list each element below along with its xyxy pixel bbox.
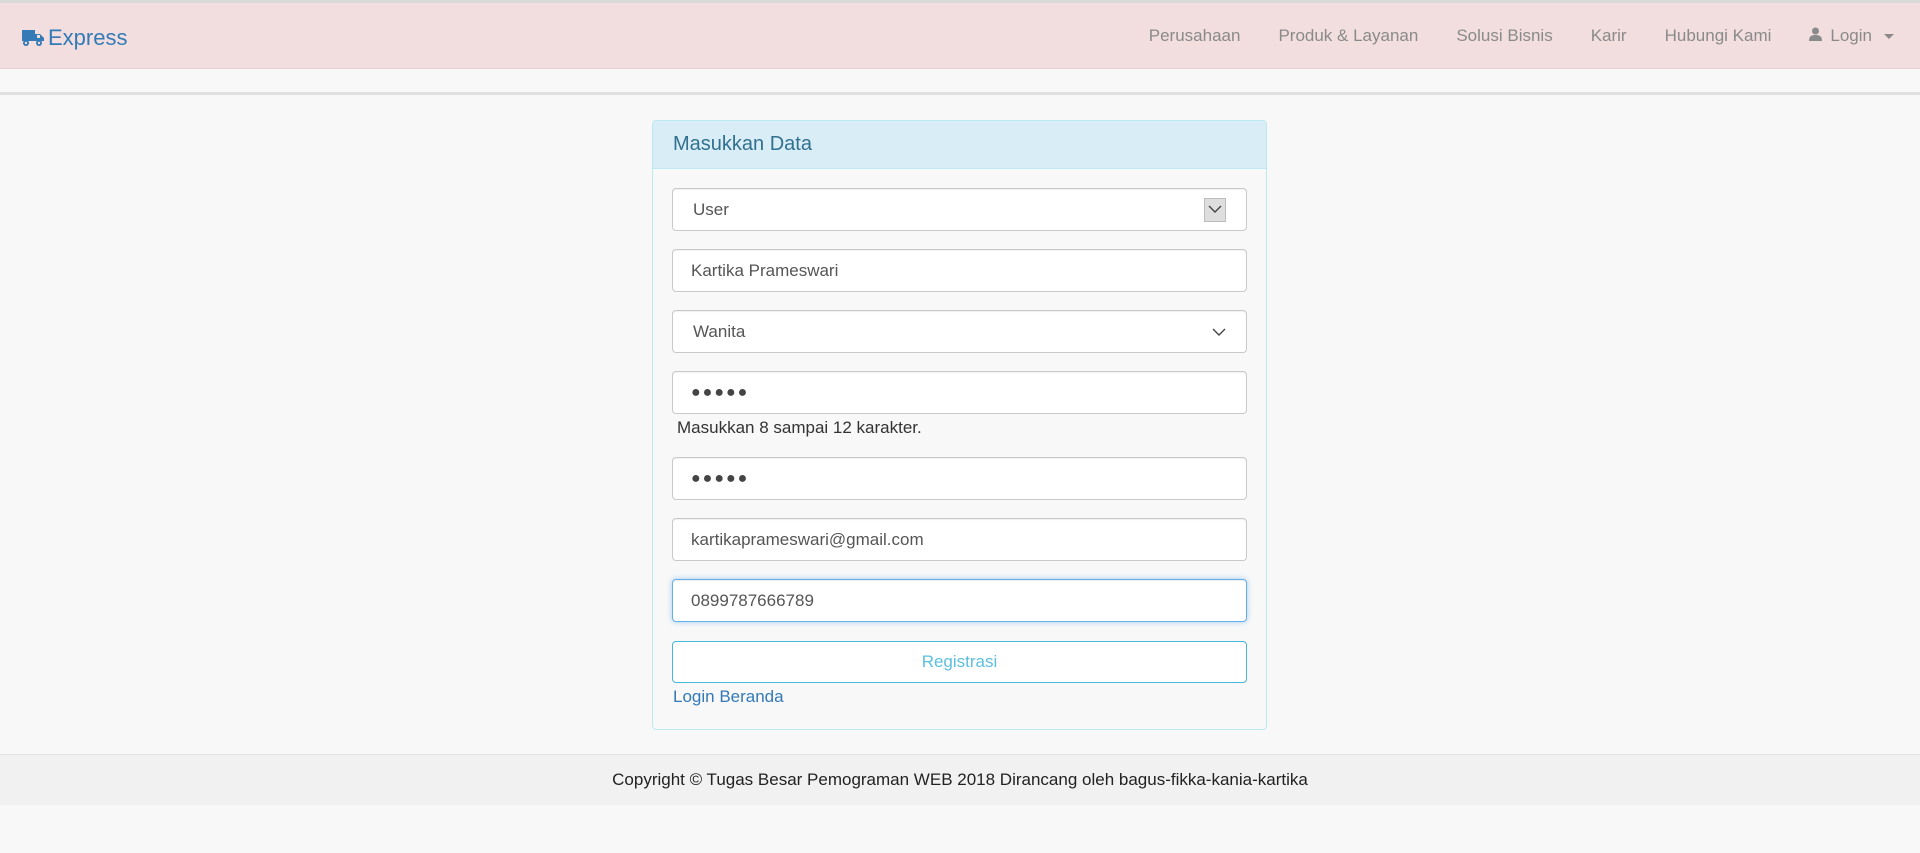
login-label: Login bbox=[1830, 26, 1872, 45]
password-value: ●●●●● bbox=[691, 383, 750, 401]
panel-heading: Masukkan Data bbox=[653, 121, 1266, 169]
sub-navbar bbox=[0, 70, 1920, 95]
panel-title: Masukkan Data bbox=[673, 133, 812, 155]
password-input[interactable]: ●●●●● bbox=[672, 371, 1247, 414]
gender-select-value: Wanita bbox=[693, 321, 746, 341]
navbar: Express Perusahaan Produk & Layanan Solu… bbox=[0, 3, 1920, 69]
login-dropdown[interactable]: Login bbox=[1809, 26, 1894, 46]
phone-input[interactable]: 0899787666789 bbox=[672, 579, 1247, 622]
role-select-value: User bbox=[693, 199, 729, 219]
register-button[interactable]: Registrasi bbox=[672, 641, 1247, 683]
role-select[interactable]: User bbox=[672, 188, 1247, 231]
caret-down-icon bbox=[1884, 33, 1894, 39]
main-nav: Perusahaan Produk & Layanan Solusi Bisni… bbox=[1111, 3, 1894, 69]
user-icon bbox=[1809, 26, 1823, 46]
nav-item-karir[interactable]: Karir bbox=[1591, 26, 1627, 46]
name-input[interactable]: Kartika Prameswari bbox=[672, 249, 1247, 292]
nav-item-produk-layanan[interactable]: Produk & Layanan bbox=[1278, 26, 1418, 46]
footer: Copyright © Tugas Besar Pemograman WEB 2… bbox=[0, 754, 1920, 805]
password-help-text: Masukkan 8 sampai 12 karakter. bbox=[677, 418, 922, 437]
chevron-down-icon[interactable] bbox=[1204, 197, 1226, 222]
brand-label: Express bbox=[48, 25, 128, 50]
gender-select[interactable]: Wanita bbox=[672, 310, 1247, 353]
nav-item-solusi-bisnis[interactable]: Solusi Bisnis bbox=[1456, 26, 1552, 46]
footer-copyright: Copyright © Tugas Besar Pemograman WEB 2… bbox=[612, 770, 1308, 789]
brand-link[interactable]: Express bbox=[22, 23, 127, 53]
confirm-password-input[interactable]: ●●●●● bbox=[672, 457, 1247, 500]
nav-item-hubungi-kami[interactable]: Hubungi Kami bbox=[1665, 26, 1772, 46]
truck-icon bbox=[22, 29, 44, 47]
chevron-down-icon bbox=[1212, 322, 1226, 342]
login-beranda-link[interactable]: Login Beranda bbox=[673, 687, 784, 707]
nav-item-perusahaan[interactable]: Perusahaan bbox=[1149, 26, 1241, 46]
email-input[interactable]: kartikaprameswari@gmail.com bbox=[672, 518, 1247, 561]
registration-panel: Masukkan Data User Kartika Prameswari Wa… bbox=[652, 120, 1267, 730]
page-bottom bbox=[0, 805, 1920, 853]
confirm-password-value: ●●●●● bbox=[691, 469, 750, 487]
